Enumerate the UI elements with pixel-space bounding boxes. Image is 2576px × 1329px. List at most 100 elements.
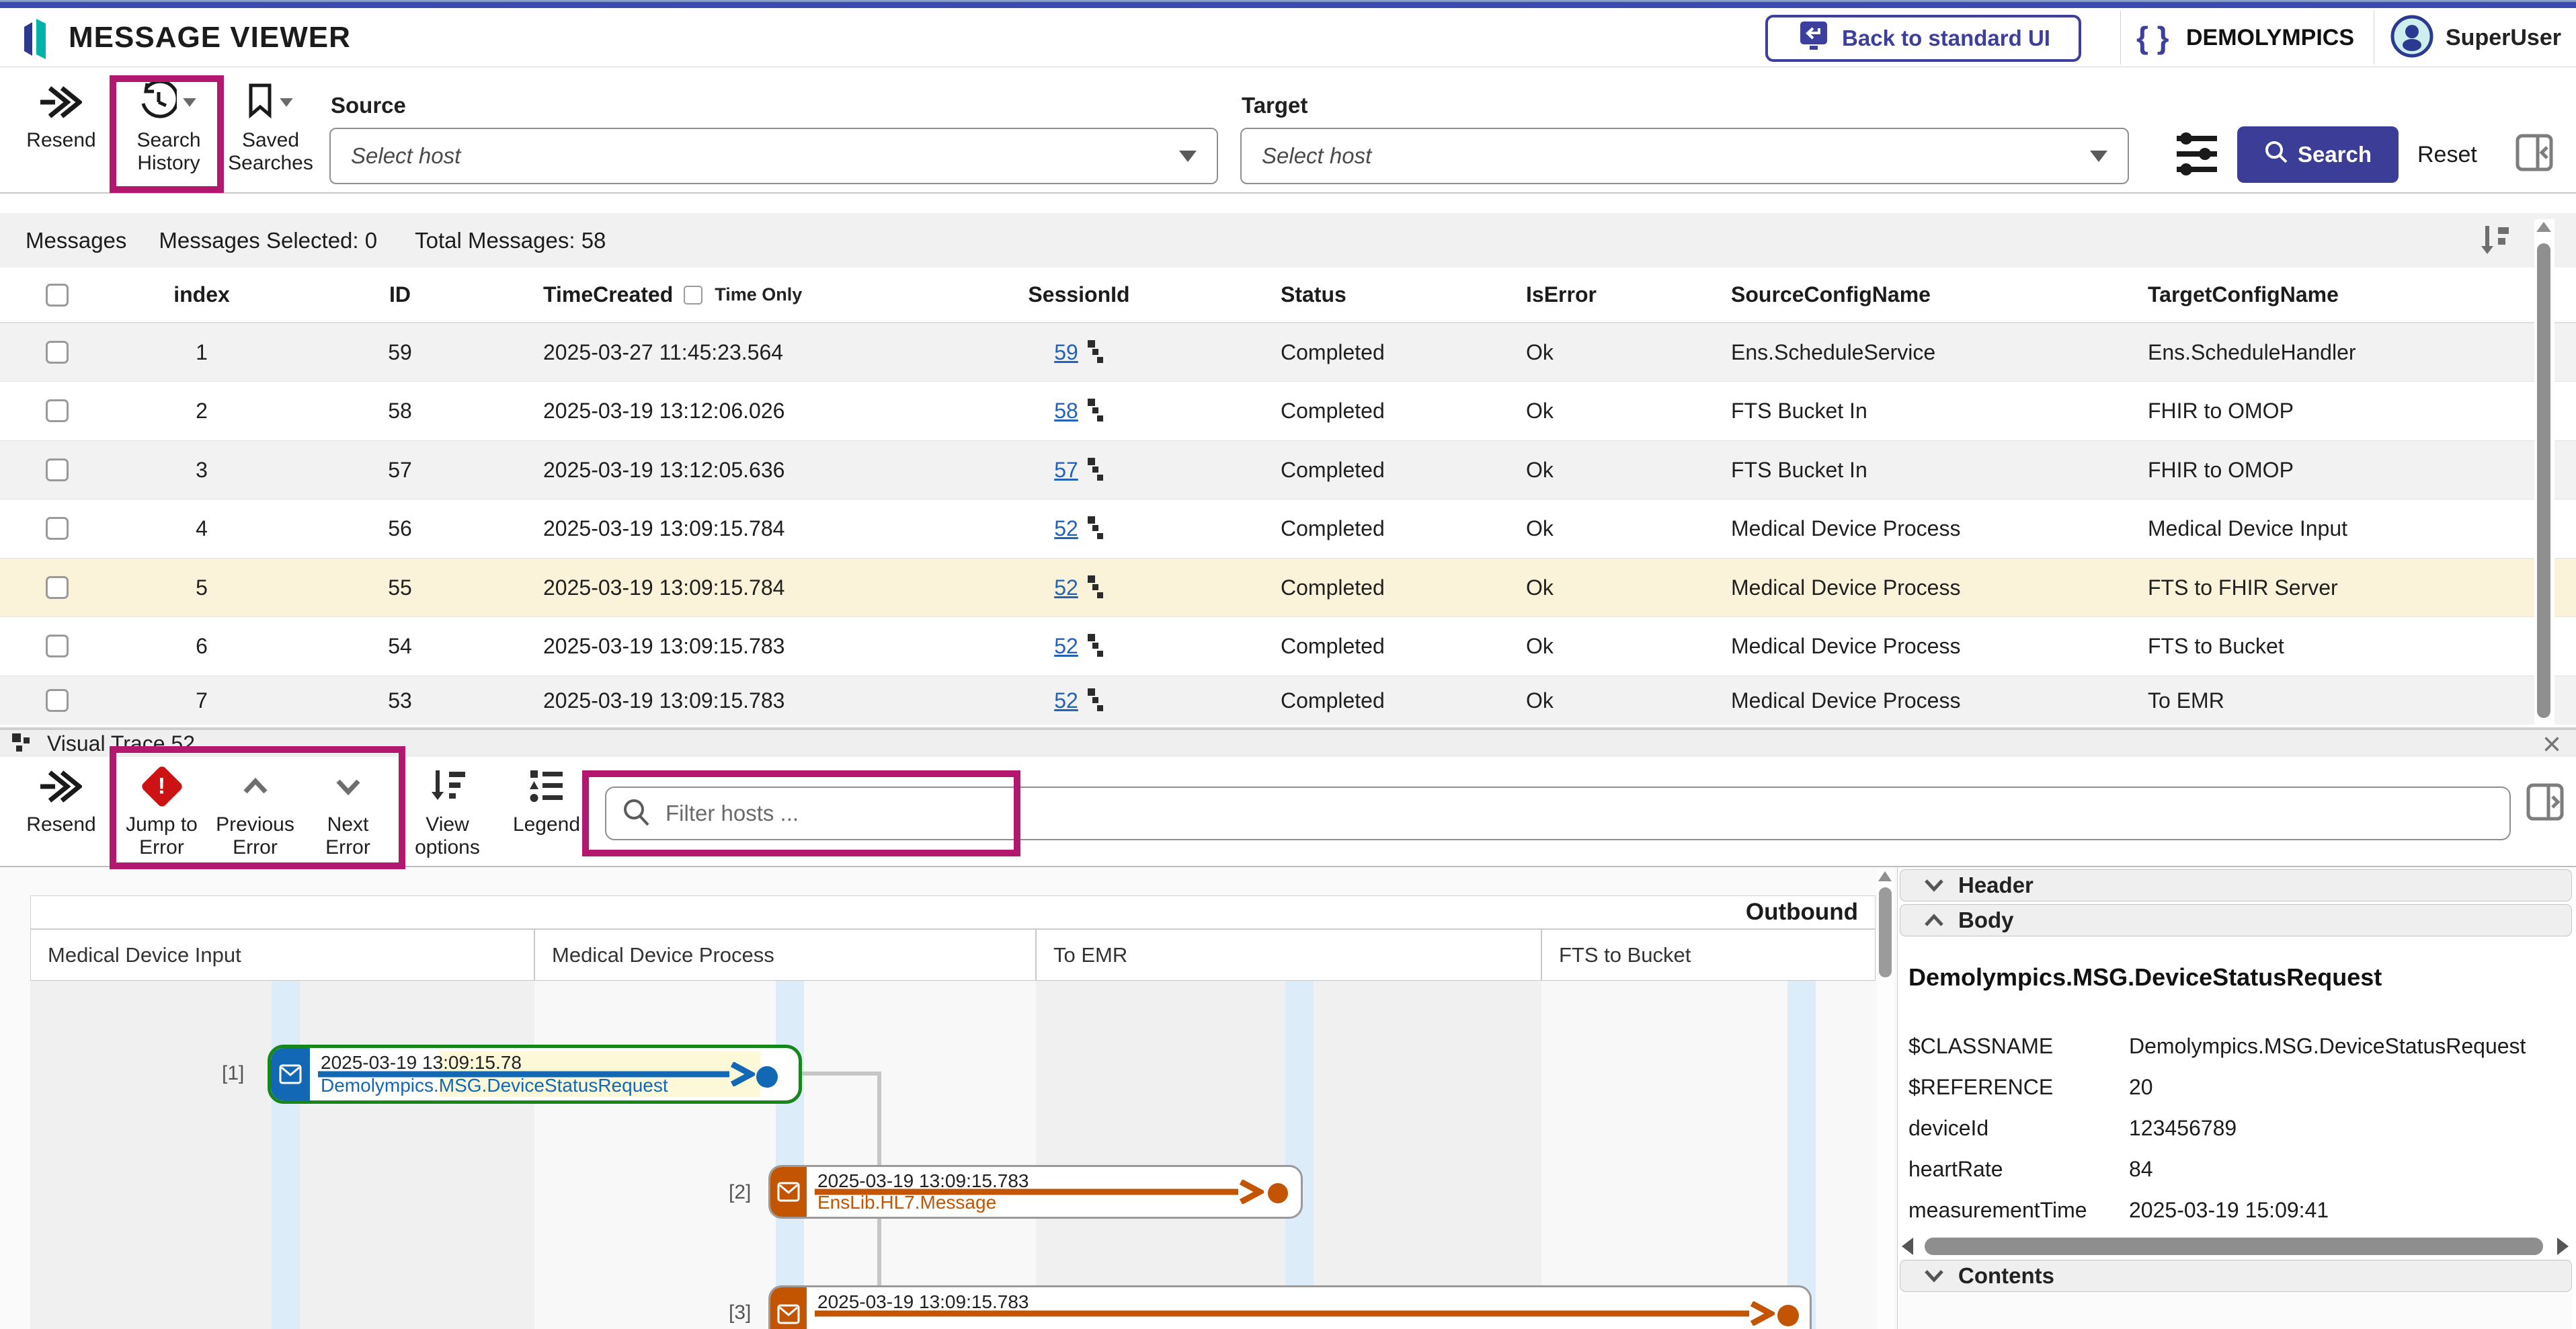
session-link[interactable]: 52	[1054, 516, 1078, 541]
filter-settings-button[interactable]	[2175, 130, 2218, 181]
row-checkbox[interactable]	[46, 399, 69, 422]
select-caret-icon	[2090, 151, 2107, 162]
select-all-checkbox[interactable]	[46, 284, 69, 307]
col-header-iserror: IsError	[1442, 282, 1647, 307]
trace-message-index: [3]	[729, 1301, 751, 1324]
row-checkbox[interactable]	[46, 517, 69, 540]
session-link[interactable]: 58	[1054, 399, 1078, 424]
user-menu[interactable]: SuperUser	[2390, 8, 2561, 67]
table-row[interactable]: 4 56 2025-03-19 13:09:15.784 52 Complete…	[0, 499, 2576, 557]
detail-field-row: measurementTime 2025-03-19 15:09:41	[1898, 1198, 2576, 1227]
table-row[interactable]: 2 58 2025-03-19 13:12:06.026 58 Complete…	[0, 381, 2576, 440]
row-checkbox[interactable]	[46, 576, 69, 599]
jump-to-error-button[interactable]: ! Jump to Error	[120, 765, 204, 859]
row-checkbox[interactable]	[46, 635, 69, 657]
session-link[interactable]: 52	[1054, 688, 1078, 713]
trace-message[interactable]: 2025-03-19 13:09:15.783 EnsLib.HL7.Messa…	[768, 1165, 1303, 1219]
trace-icon	[1084, 458, 1104, 482]
lane-stripe	[776, 981, 804, 1329]
expand-panel-button[interactable]	[2526, 781, 2564, 826]
header-divider	[2120, 11, 2121, 65]
message-detail-panel: Header Body Demolympics.MSG.DeviceStatus…	[1897, 867, 2576, 1329]
search-button[interactable]: Search	[2237, 126, 2399, 183]
close-icon[interactable]: ×	[2542, 731, 2561, 758]
namespace-label[interactable]: DEMOLYMPICS	[2186, 8, 2354, 67]
scroll-right-arrow-icon[interactable]	[2557, 1238, 2569, 1255]
trace-scrollbar-thumb[interactable]	[1879, 887, 1892, 977]
trace-message-selected[interactable]: 2025-03-19 13:09:15.78 Demolympics.MSG.D…	[268, 1045, 802, 1104]
detail-horizontal-scrollbar[interactable]	[1898, 1237, 2573, 1256]
search-history-button[interactable]: Search History	[118, 81, 219, 175]
row-checkbox[interactable]	[46, 689, 69, 712]
chevron-down-icon	[1921, 1268, 1947, 1283]
table-scrollbar-thumb[interactable]	[2537, 243, 2550, 718]
detail-field-row: deviceId 123456789	[1898, 1116, 2576, 1145]
lane-stripe	[1787, 981, 1816, 1329]
target-select[interactable]: Select host	[1240, 128, 2129, 184]
error-diamond-icon: !	[147, 765, 177, 808]
time-only-checkbox[interactable]	[684, 286, 702, 305]
trace-column-header: Medical Device Process	[534, 929, 1036, 981]
search-icon	[622, 798, 651, 830]
section-header[interactable]: Header	[1900, 869, 2572, 901]
filter-hosts-input[interactable]	[664, 800, 2493, 827]
next-error-button[interactable]: Next Error	[309, 765, 387, 859]
trace-resend-button[interactable]: Resend	[17, 765, 105, 836]
dropdown-caret-icon	[280, 98, 293, 107]
detail-scrollbar-thumb[interactable]	[1925, 1238, 2543, 1255]
scroll-up-arrow-icon[interactable]	[1878, 871, 1892, 881]
source-select[interactable]: Select host	[329, 128, 1218, 184]
top-accent-strip	[0, 0, 2576, 8]
sliders-icon	[2175, 130, 2218, 177]
message-endpoint-dot	[756, 1066, 778, 1088]
back-to-standard-ui-button[interactable]: Back to standard UI	[1765, 15, 2081, 62]
detail-field-row: $REFERENCE 20	[1898, 1075, 2576, 1104]
scroll-left-arrow-icon[interactable]	[1902, 1238, 1913, 1255]
messages-table-header: index ID TimeCreated Time Only SessionId…	[0, 268, 2576, 323]
chevron-down-icon	[333, 765, 364, 808]
previous-error-button[interactable]: Previous Error	[210, 765, 300, 859]
trace-message[interactable]: 2025-03-19 13:09:15.783 EnsLib.HL7.Messa…	[768, 1285, 1812, 1329]
resend-button[interactable]: Resend	[17, 81, 105, 152]
sort-messages-button[interactable]	[2479, 225, 2513, 260]
table-row[interactable]: 1 59 2025-03-27 11:45:23.564 59 Complete…	[0, 323, 2576, 381]
row-checkbox[interactable]	[46, 458, 69, 481]
session-link[interactable]: 52	[1054, 634, 1078, 659]
monitor-back-icon	[1796, 20, 1831, 56]
collapse-panel-button[interactable]	[2515, 132, 2553, 177]
saved-searches-button[interactable]: Saved Searches	[222, 81, 319, 175]
table-row[interactable]: 6 54 2025-03-19 13:09:15.783 52 Complete…	[0, 616, 2576, 675]
lane-stripe	[272, 981, 300, 1329]
body-class-title: Demolympics.MSG.DeviceStatusRequest	[1908, 963, 2382, 992]
row-checkbox[interactable]	[46, 341, 69, 364]
reset-button[interactable]: Reset	[2417, 126, 2477, 183]
filter-hosts-field[interactable]	[605, 787, 2511, 840]
session-link[interactable]: 52	[1054, 575, 1078, 600]
trace-icon	[1084, 634, 1104, 658]
trace-scrollbar[interactable]	[1877, 870, 1894, 1329]
table-row[interactable]: 3 57 2025-03-19 13:12:05.636 57 Complete…	[0, 440, 2576, 499]
section-contents[interactable]: Contents	[1900, 1260, 2572, 1292]
session-link[interactable]: 57	[1054, 458, 1078, 483]
time-only-label: Time Only	[715, 284, 802, 305]
session-link[interactable]: 59	[1054, 340, 1078, 365]
table-row[interactable]: 7 53 2025-03-19 13:09:15.783 52 Complete…	[0, 676, 2576, 725]
col-header-id: ID	[289, 282, 511, 307]
section-body[interactable]: Body	[1900, 904, 2572, 936]
avatar	[2390, 15, 2433, 61]
table-scrollbar[interactable]	[2534, 219, 2554, 725]
scroll-up-arrow-icon[interactable]	[2536, 222, 2551, 232]
view-options-button[interactable]: View options	[402, 765, 493, 859]
outbound-label: Outbound	[1746, 899, 1858, 926]
resend-icon	[40, 81, 82, 124]
chevron-up-icon	[1921, 913, 1947, 928]
trace-icon	[1084, 516, 1104, 540]
messages-summary-bar: Messages Messages Selected: 0 Total Mess…	[0, 213, 2576, 268]
view-options-icon	[429, 765, 467, 808]
col-header-sessionid: SessionId	[988, 282, 1170, 307]
table-row-selected[interactable]: 5 55 2025-03-19 13:09:15.784 52 Complete…	[0, 558, 2576, 616]
trace-icon	[1084, 399, 1104, 423]
intersystems-logo-icon	[19, 17, 58, 64]
visual-trace-canvas: Outbound Medical Device Input Medical De…	[0, 867, 2576, 1329]
legend-button[interactable]: Legend	[503, 765, 590, 836]
